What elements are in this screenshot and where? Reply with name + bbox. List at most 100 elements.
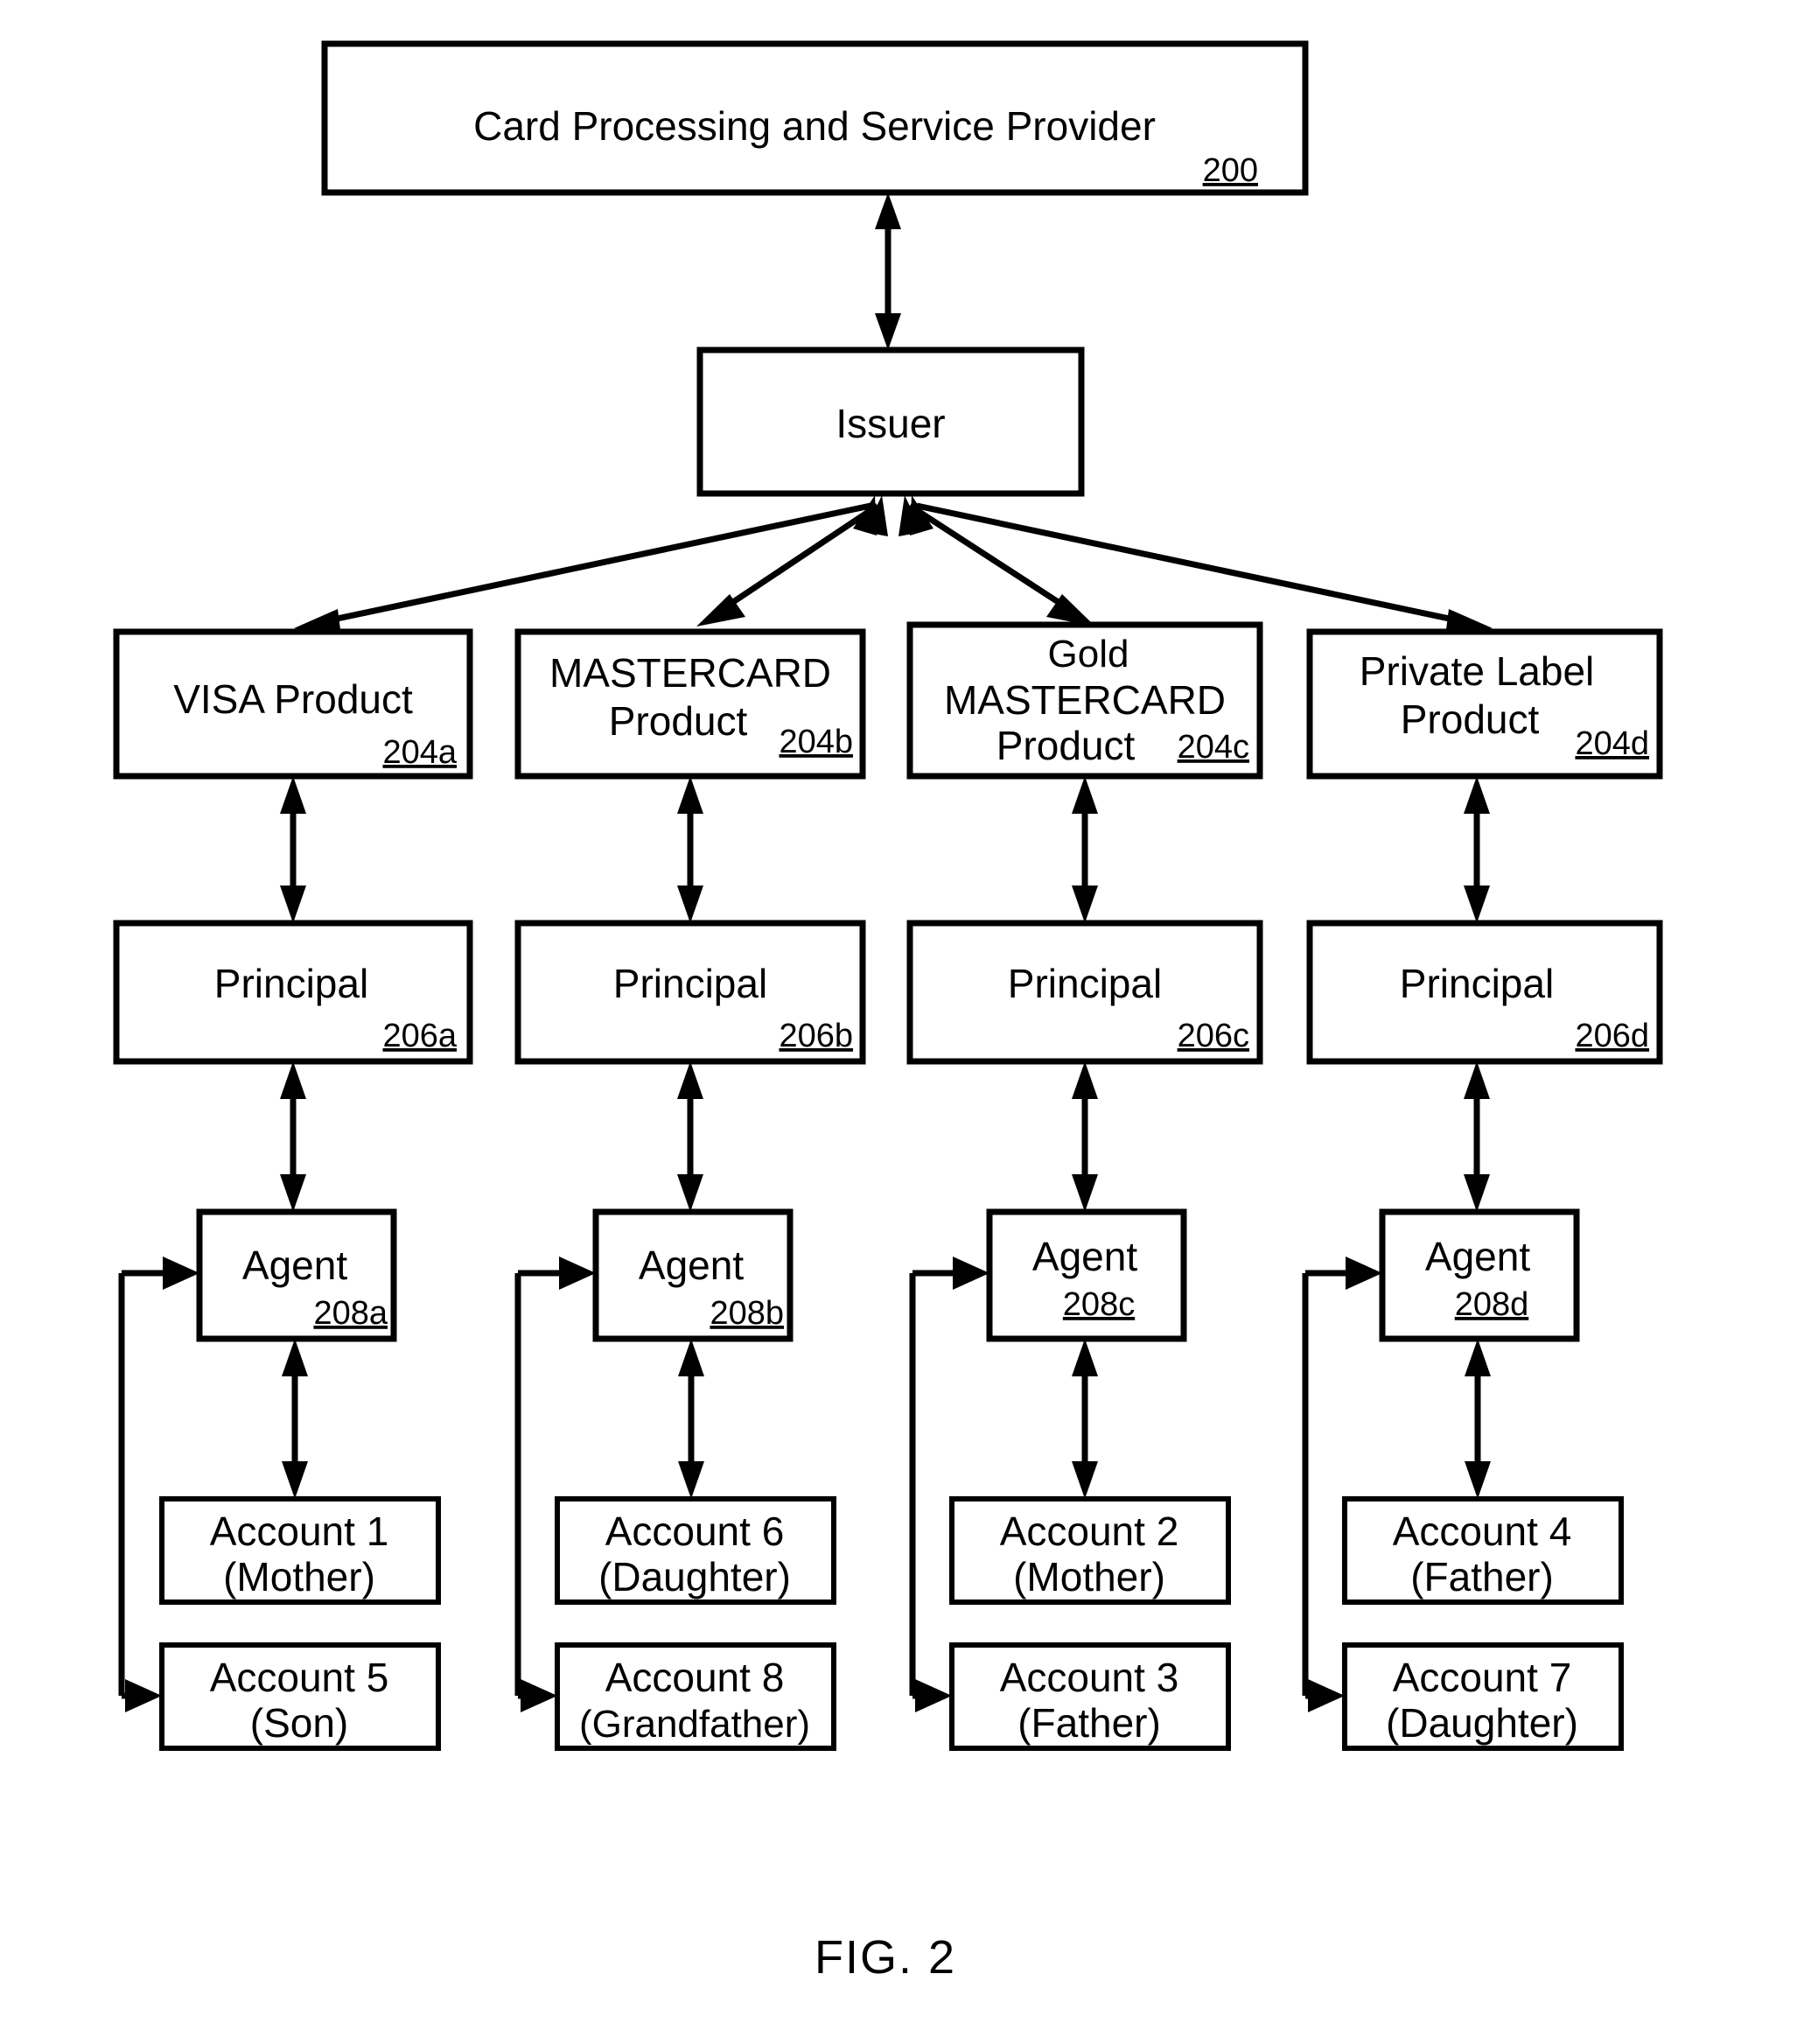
provider-label: Card Processing and Service Provider: [473, 103, 1156, 149]
edge-product-principal-4: [1464, 776, 1490, 923]
agent-3-ref: 208c: [1063, 1286, 1135, 1323]
issuer-label: Issuer: [836, 401, 945, 446]
arrowhead-up-2: [677, 776, 703, 814]
edge-agent-account-4: [1465, 1339, 1491, 1499]
node-account-1: Account 1 (Mother): [159, 1496, 441, 1605]
node-product-2: MASTERCARD Product 204b: [514, 628, 866, 780]
edge-agent-account-1: [282, 1339, 308, 1499]
arrowhead-down: [875, 313, 901, 350]
node-account-8: Account 7 (Daughter): [1342, 1642, 1624, 1751]
principal-2-label: Principal: [613, 961, 767, 1006]
arrowhead-up: [875, 192, 901, 229]
product-3-line2: MASTERCARD: [944, 677, 1226, 723]
edge-principal-agent-4: [1464, 1061, 1490, 1212]
product-4-ref: 204d: [1575, 725, 1649, 762]
arrowhead-down-3: [1072, 1174, 1098, 1212]
account-3-line2: (Mother): [1013, 1554, 1165, 1600]
node-account-4: Account 4 (Father): [1342, 1496, 1624, 1605]
arrowhead-down-3: [1072, 886, 1098, 923]
node-account-5: Account 5 (Son): [159, 1642, 441, 1751]
arrowhead-down-1: [282, 1461, 308, 1499]
figure-caption: FIG. 2: [815, 1931, 956, 1984]
node-principal-2: Principal 206b: [514, 920, 866, 1065]
agent-4-ref: 208d: [1455, 1286, 1529, 1323]
arrowhead-up-2: [677, 1061, 703, 1099]
account-1-line2: (Mother): [223, 1554, 375, 1600]
agent-2-ref: 208b: [710, 1295, 784, 1332]
agent-1-ref: 208a: [313, 1295, 388, 1332]
arrowhead-agent-3: [953, 1256, 989, 1290]
principal-1-ref: 206a: [382, 1018, 457, 1054]
node-agent-2: Agent 208b: [592, 1208, 794, 1342]
node-product-3: Gold MASTERCARD Product 204c: [906, 621, 1263, 780]
account-4-line2: (Father): [1410, 1554, 1554, 1600]
arrowhead-account-7: [1308, 1679, 1345, 1712]
principal-3-ref: 206c: [1178, 1018, 1249, 1054]
node-product-1: VISA Product 204a: [113, 628, 473, 780]
arrowhead-up-1: [280, 1061, 306, 1099]
arrowhead-up-3: [1072, 1061, 1098, 1099]
node-product-4: Private Label Product 204d: [1306, 628, 1663, 780]
arrowhead-down-1: [280, 1174, 306, 1212]
edge-provider-issuer: [875, 192, 901, 350]
node-account-3: Account 2 (Mother): [949, 1496, 1231, 1605]
principal-2-ref: 206b: [779, 1018, 853, 1054]
principal-3-label: Principal: [1008, 961, 1162, 1006]
agent-2-label: Agent: [639, 1242, 744, 1288]
hierarchy-diagram: Card Processing and Service Provider 200…: [113, 40, 1663, 1984]
account-1-line1: Account 1: [210, 1508, 389, 1554]
node-principal-3: Principal 206c: [906, 920, 1263, 1065]
account-2-line2: (Daughter): [598, 1554, 791, 1600]
arrowhead-account-8: [521, 1679, 557, 1712]
arrowhead-down-2: [677, 1174, 703, 1212]
account-5-line2: (Son): [250, 1700, 348, 1746]
arrowhead-down-3: [1072, 1461, 1098, 1499]
account-8-line2: (Daughter): [1386, 1700, 1578, 1746]
arrowhead-down-4: [1464, 1174, 1490, 1212]
account-7-line2: (Father): [1017, 1700, 1161, 1746]
node-principal-1: Principal 206a: [113, 920, 473, 1065]
account-3-line1: Account 2: [1000, 1508, 1179, 1554]
provider-ref: 200: [1203, 152, 1258, 189]
arrowhead-down-1: [280, 886, 306, 923]
node-agent-1: Agent 208a: [196, 1208, 397, 1342]
edge-principal-agent-3: [1072, 1061, 1098, 1212]
edge-agent-account-3: [1072, 1339, 1098, 1499]
account-4-line1: Account 4: [1393, 1508, 1572, 1554]
arrowhead-down-4: [1464, 886, 1490, 923]
arrowhead-agent-1: [163, 1256, 199, 1290]
arrowhead-up-3: [1072, 776, 1098, 814]
product-3-ref: 204c: [1178, 729, 1249, 766]
node-agent-3: Agent 208c: [986, 1208, 1187, 1342]
product-4-line2: Product: [1401, 696, 1540, 742]
edge-principal-agent-1: [280, 1061, 306, 1212]
edge-principal-agent-2: [677, 1061, 703, 1212]
account-6-line2: (Grandfather): [579, 1703, 810, 1746]
node-card-processing-provider: Card Processing and Service Provider 200: [321, 40, 1309, 196]
edge-product-principal-2: [677, 776, 703, 923]
arrowhead-agent-4: [1346, 1256, 1382, 1290]
product-1-line1: VISA Product: [173, 676, 413, 722]
product-2-line1: MASTERCARD: [549, 650, 831, 696]
edge-product-principal-3: [1072, 776, 1098, 923]
account-2-line1: Account 6: [605, 1508, 785, 1554]
edge-issuer-product-2: [696, 495, 888, 626]
arrowhead-account-5: [125, 1679, 162, 1712]
arrowhead-down-4: [1465, 1461, 1491, 1499]
arrowhead-up-4: [1465, 1339, 1491, 1376]
node-account-6: Account 8 (Grandfather): [555, 1642, 836, 1751]
product-2-ref: 204b: [779, 724, 853, 760]
product-3-line3: Product: [996, 723, 1136, 768]
node-account-7: Account 3 (Father): [949, 1642, 1231, 1751]
arrowhead-up-2: [678, 1339, 704, 1376]
arrowhead-account-3: [915, 1679, 952, 1712]
arrowhead-up-3: [1072, 1339, 1098, 1376]
arrowhead-down-2: [677, 886, 703, 923]
edge-issuer-product-3: [899, 495, 1095, 626]
principal-1-label: Principal: [214, 961, 368, 1006]
principal-4-ref: 206d: [1575, 1018, 1649, 1054]
product-2-line2: Product: [609, 698, 748, 744]
principal-4-label: Principal: [1400, 961, 1554, 1006]
arrowhead-down-2: [678, 1461, 704, 1499]
product-1-ref: 204a: [382, 734, 457, 771]
